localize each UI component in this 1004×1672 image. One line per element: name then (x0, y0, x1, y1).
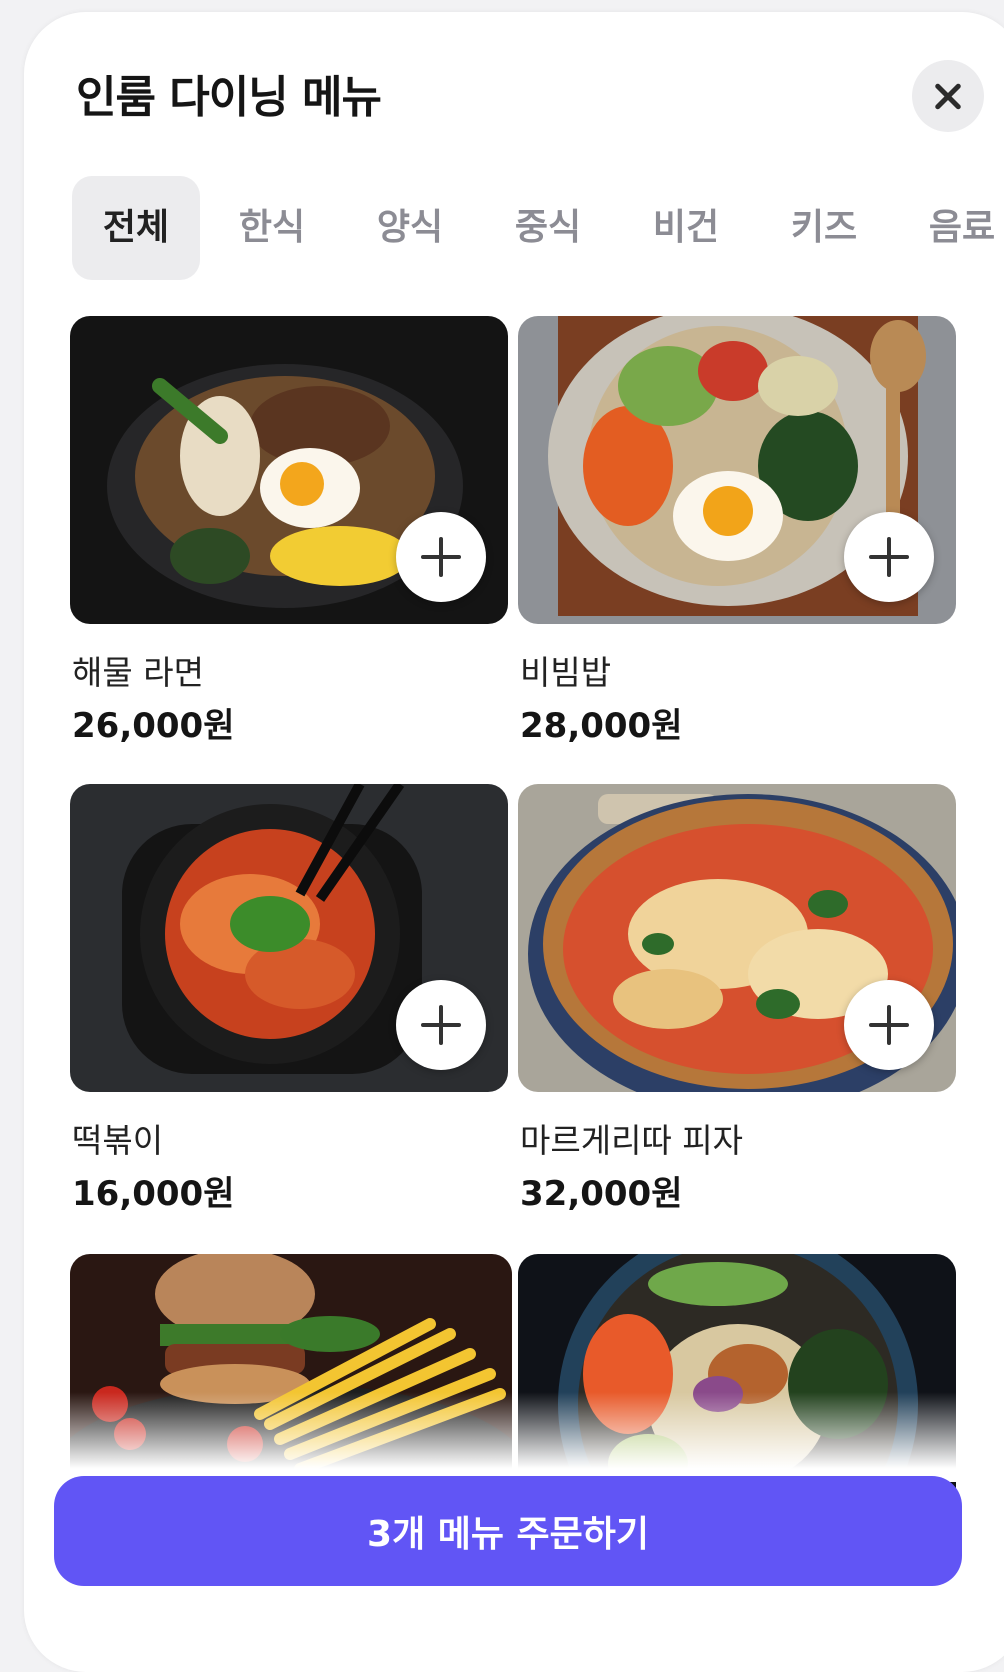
tab-vegan[interactable]: 비건 (638, 176, 734, 280)
menu-item[interactable]: 해물 라면 26,000원 (70, 316, 508, 756)
menu-item-name: 해물 라면 (72, 653, 204, 692)
menu-item-name: 마르게리따 피자 (520, 1121, 744, 1160)
add-button[interactable] (396, 980, 486, 1070)
add-button[interactable] (844, 980, 934, 1070)
tab-chinese[interactable]: 중식 (500, 176, 596, 280)
menu-item[interactable]: 떡볶이 16,000원 (70, 784, 508, 1224)
menu-item-price: 26,000원 (72, 706, 235, 746)
tab-kids[interactable]: 키즈 (776, 176, 872, 280)
bottom-fade (24, 1392, 1004, 1482)
menu-item[interactable]: 마르게리따 피자 32,000원 (518, 784, 956, 1224)
tab-korean[interactable]: 한식 (224, 176, 320, 280)
add-button[interactable] (396, 512, 486, 602)
add-button[interactable] (844, 512, 934, 602)
close-icon[interactable] (912, 60, 984, 132)
menu-item-name: 비빔밥 (520, 653, 612, 692)
menu-item-price: 32,000원 (520, 1174, 683, 1214)
tab-drinks[interactable]: 음료 (914, 176, 1004, 280)
menu-item-name: 떡볶이 (72, 1121, 164, 1160)
tab-western[interactable]: 양식 (362, 176, 458, 280)
menu-item-price: 16,000원 (72, 1174, 235, 1214)
menu-item[interactable]: 비빔밥 28,000원 (518, 316, 956, 756)
page-title: 인룸 다이닝 메뉴 (76, 72, 382, 123)
order-button[interactable]: 3개 메뉴 주문하기 (54, 1476, 962, 1586)
tab-all[interactable]: 전체 (72, 176, 200, 280)
menu-item-price: 28,000원 (520, 706, 683, 746)
menu-sheet: 인룸 다이닝 메뉴 전체 한식 양식 중식 비건 키즈 음료 해물 라면 26,… (24, 12, 1004, 1672)
